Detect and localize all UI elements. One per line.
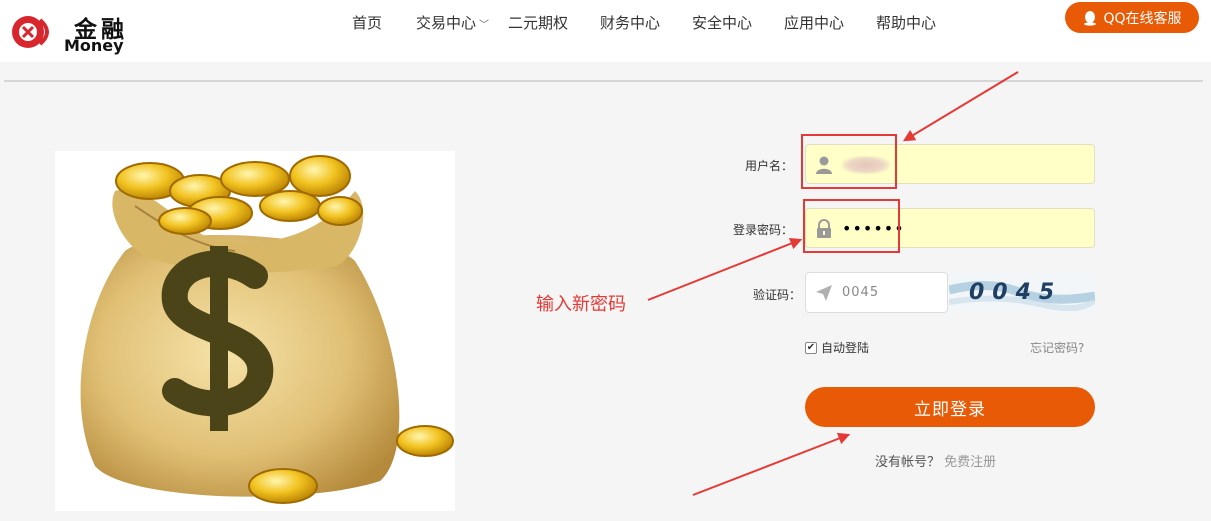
annotation-text: 输入新密码 [536,294,626,315]
login-button[interactable]: 立即登录 [805,387,1095,427]
nav-finance-center[interactable]: 财务中心 [600,12,660,32]
nav-trading-center-label: 交易中心 [416,14,477,32]
nav-trading-center[interactable]: 交易中心 ﹀ [416,12,489,32]
auto-login-checkbox[interactable]: ✔ [805,341,817,354]
annotation-box-username [801,134,897,189]
site-logo[interactable]: 金融 Money [8,6,138,56]
qq-service-button[interactable]: QQ在线客服 [1065,2,1199,33]
captcha-label: 验证码： [752,288,801,302]
arrow-to-username [902,71,1019,142]
captcha-image[interactable]: 0045 [949,272,1095,313]
nav-app-center[interactable]: 应用中心 [784,12,844,32]
nav-home[interactable]: 首页 [352,12,382,32]
nav-security-center[interactable]: 安全中心 [692,12,752,32]
forgot-password-link[interactable]: 忘记密码? [1030,339,1084,356]
register-link[interactable]: 免费注册 [944,455,996,470]
money-bag-image [55,151,455,511]
auto-login-label: 自动登陆 [821,341,870,355]
register-row: 没有帐号？ 免费注册 [875,451,996,470]
captcha-image-text: 0045 [969,280,1062,305]
qq-service-label: QQ在线客服 [1103,10,1182,27]
password-label: 登录密码： [732,223,793,237]
captcha-value: 0045 [842,285,880,300]
captcha-field[interactable]: 0045 [805,272,948,313]
header-divider [4,80,1203,82]
chevron-down-icon: ﹀ [479,20,490,31]
nav-binary-options[interactable]: 二元期权 [508,12,568,32]
logo-text-en: Money [64,36,124,55]
send-icon [816,285,832,301]
username-label: 用户名： [744,159,793,173]
auto-login[interactable]: ✔ 自动登陆 [805,339,869,356]
arrow-to-login-button [692,432,851,496]
qq-icon [1084,10,1097,26]
no-account-text: 没有帐号？ [875,455,941,470]
annotation-box-password [803,199,900,253]
nav-help-center[interactable]: 帮助中心 [876,12,936,32]
top-header: 金融 Money 首页 交易中心 ﹀ 二元期权 财务中心 安全中心 应用中心 帮助… [0,0,1211,62]
logo-mark-icon [12,16,49,48]
